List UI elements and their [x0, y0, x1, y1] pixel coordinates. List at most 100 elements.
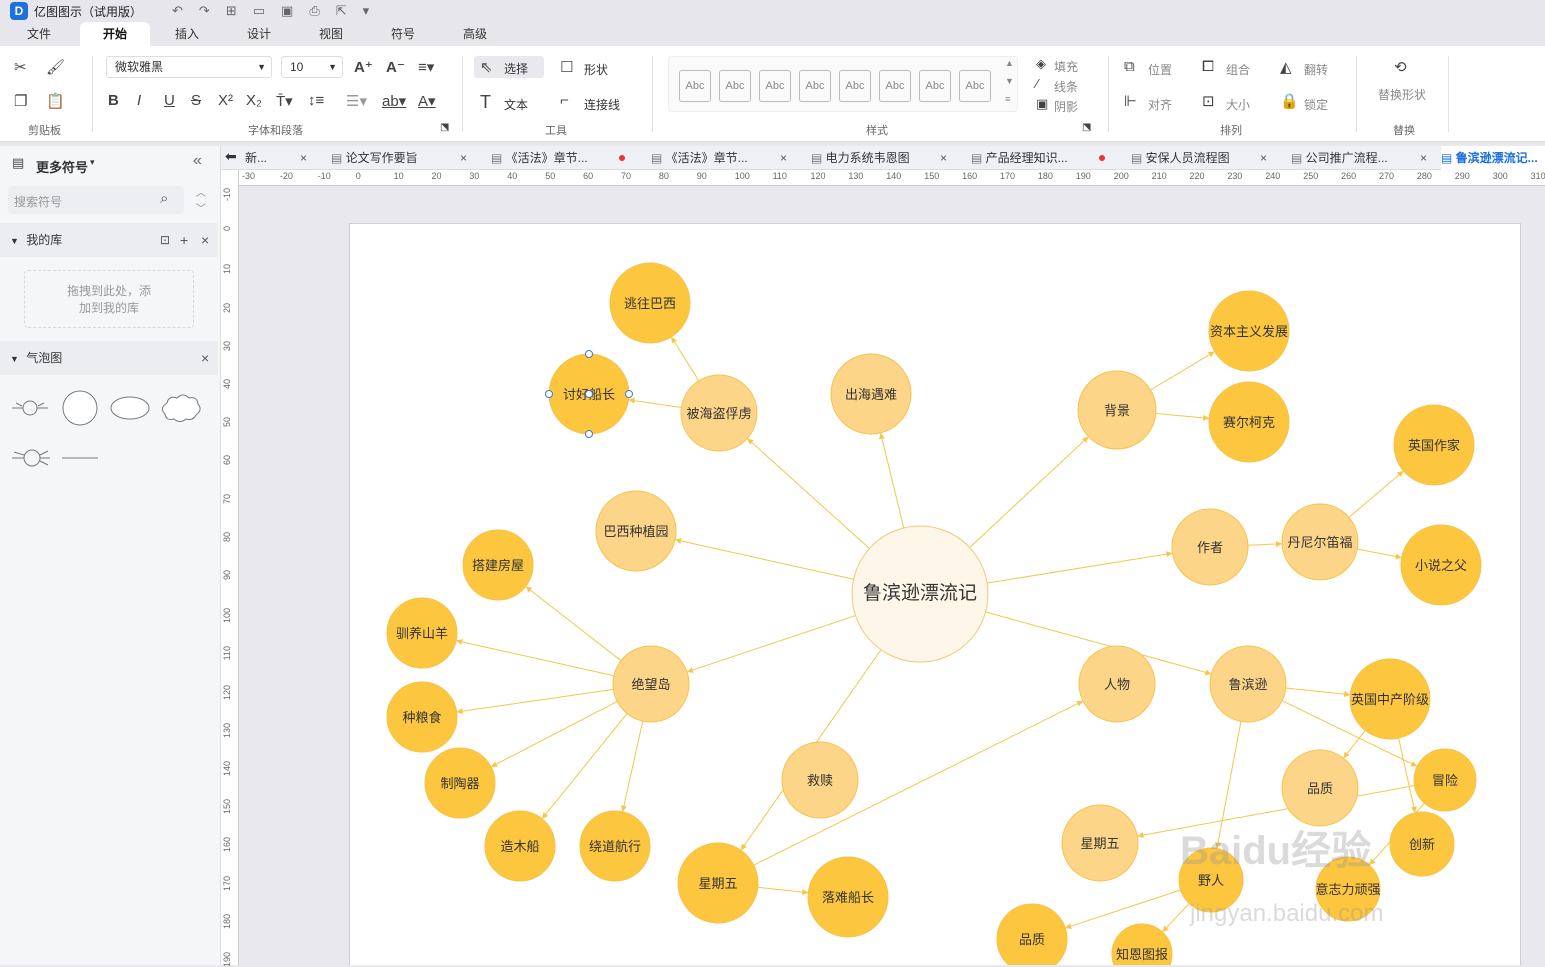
bubble-chart-header[interactable]: ▼ 气泡图 ×	[0, 341, 218, 375]
close-library-icon[interactable]: ×	[201, 223, 209, 257]
text-case-icon[interactable]: T̄▾	[276, 92, 293, 110]
circle-shape[interactable]	[62, 390, 98, 426]
connector-line[interactable]	[622, 720, 644, 812]
bubble-node[interactable]: 人物	[1078, 645, 1156, 723]
bubble-node[interactable]: 品质	[996, 903, 1068, 965]
menu-home[interactable]: 开始	[80, 22, 150, 46]
document-tab[interactable]: ▤ 安保人员流程图 ×	[1131, 146, 1271, 170]
connector-line[interactable]	[1155, 413, 1210, 419]
connector-line[interactable]	[674, 539, 854, 580]
export-library-icon[interactable]: ⊡	[160, 223, 170, 257]
text-tool-label[interactable]: 文本	[504, 96, 528, 113]
flip-icon[interactable]: ◭	[1280, 58, 1292, 76]
bubble-multi-connector-shape[interactable]	[12, 449, 50, 467]
bubble-node[interactable]: 知恩图报	[1111, 923, 1173, 965]
select-tool-button[interactable]: ⇖ 选择	[474, 56, 544, 78]
format-painter-icon[interactable]: 🖌	[46, 58, 65, 76]
scroll-down-icon[interactable]: ﹀	[196, 200, 206, 215]
close-tab-icon[interactable]: ×	[300, 146, 307, 170]
copy-icon[interactable]: ❐	[14, 92, 27, 110]
connector-line[interactable]	[628, 399, 682, 408]
highlight-icon[interactable]: ab▾	[382, 92, 406, 110]
bubble-node[interactable]: 绕道航行	[579, 810, 651, 882]
strikethrough-icon[interactable]: S	[191, 92, 201, 109]
bubble-node[interactable]: 制陶器	[424, 747, 496, 819]
bold-icon[interactable]: B	[108, 92, 119, 109]
replace-shape-icon[interactable]: ⟲	[1394, 58, 1407, 76]
style-thumb[interactable]: Abc	[759, 70, 791, 102]
open-file-icon[interactable]: ▭	[253, 3, 265, 19]
document-tab[interactable]: ▤ 《活法》章节...	[491, 146, 631, 170]
bubble-node[interactable]: 资本主义发展	[1208, 290, 1290, 372]
document-tab[interactable]: ▤ 公司推广流程... ×	[1291, 146, 1431, 170]
export-icon[interactable]: ⇱	[336, 3, 347, 19]
lock-icon[interactable]: 🔒	[1280, 92, 1299, 110]
my-library-header[interactable]: ▼ 我的库 ⊡ + ×	[0, 223, 218, 257]
align-label[interactable]: 对齐	[1148, 96, 1172, 113]
group-label[interactable]: 组合	[1226, 61, 1250, 78]
close-category-icon[interactable]: ×	[201, 341, 209, 375]
menu-insert[interactable]: 插入	[162, 22, 212, 46]
fill-label[interactable]: 填充	[1054, 58, 1078, 75]
subscript-icon[interactable]: X₂	[246, 92, 262, 109]
search-icon[interactable]: ⌕	[160, 190, 168, 207]
connector-tool-icon[interactable]: ⌐	[560, 92, 569, 109]
font-size-select[interactable]: 10 ▼	[281, 56, 343, 78]
bullet-list-icon[interactable]: ☰▾	[346, 92, 367, 110]
bubble-node[interactable]: 冒险	[1413, 748, 1477, 812]
close-tab-icon[interactable]: ×	[460, 146, 467, 170]
cloud-shape[interactable]	[161, 394, 201, 422]
connector-line[interactable]	[1357, 548, 1402, 559]
line-icon[interactable]: ∕	[1036, 76, 1038, 91]
style-thumb[interactable]: Abc	[919, 70, 951, 102]
group-icon[interactable]: ⧠	[1202, 58, 1214, 75]
selection-handle[interactable]	[625, 390, 633, 398]
ellipse-shape[interactable]	[110, 396, 150, 420]
size-label[interactable]: 大小	[1226, 96, 1250, 113]
menu-view[interactable]: 视图	[306, 22, 356, 46]
connector-tool-label[interactable]: 连接线	[584, 96, 620, 113]
selection-handle[interactable]	[585, 390, 593, 398]
connector-line[interactable]	[686, 615, 856, 673]
library-drop-zone[interactable]: 拖拽到此处，添加到我的库	[24, 270, 194, 328]
bubble-node[interactable]: 救赎	[781, 741, 859, 819]
position-icon[interactable]: ⧉	[1124, 58, 1135, 75]
bubble-node[interactable]: 鲁滨逊	[1209, 645, 1287, 723]
style-thumb[interactable]: Abc	[679, 70, 711, 102]
bubble-node[interactable]: 星期五	[1061, 804, 1139, 882]
menu-file[interactable]: 文件	[14, 22, 64, 46]
new-file-icon[interactable]: ⊞	[226, 3, 237, 19]
position-label[interactable]: 位置	[1148, 61, 1172, 78]
bubble-node[interactable]: 巴西种植园	[595, 490, 677, 572]
menu-symbols[interactable]: 符号	[378, 22, 428, 46]
add-library-icon[interactable]: +	[180, 223, 188, 257]
undo-icon[interactable]: ↶	[172, 3, 183, 19]
align-text-icon[interactable]: ≡▾	[418, 58, 434, 76]
font-family-select[interactable]: 微软雅黑 ▼	[106, 56, 272, 78]
font-color-icon[interactable]: A▾	[418, 92, 436, 110]
collapse-sidebar-icon[interactable]: «	[193, 152, 202, 170]
text-tool-icon[interactable]: T	[480, 92, 491, 113]
gallery-down-icon[interactable]: ▼	[1005, 76, 1014, 86]
document-tab-active[interactable]: ▤ 鲁滨逊漂流记...	[1441, 146, 1545, 170]
style-thumb[interactable]: Abc	[799, 70, 831, 102]
connector-line[interactable]	[456, 640, 615, 677]
more-symbols-dropdown-icon[interactable]: ▾	[90, 157, 95, 168]
gallery-up-icon[interactable]: ▲	[1005, 58, 1014, 68]
superscript-icon[interactable]: X²	[218, 92, 233, 109]
paste-icon[interactable]: 📋	[46, 92, 65, 110]
document-tab[interactable]: ▤ 电力系统韦恩图 ×	[811, 146, 951, 170]
menu-advanced[interactable]: 高级	[450, 22, 500, 46]
bubble-node[interactable]: 落难船长	[807, 856, 889, 938]
bubble-node[interactable]: 作者	[1171, 508, 1249, 586]
size-icon[interactable]: ⊡	[1202, 92, 1215, 110]
line-label[interactable]: 线条	[1054, 78, 1078, 95]
close-tab-icon[interactable]: ×	[780, 146, 787, 170]
save-icon[interactable]: ▣	[281, 3, 293, 19]
lock-label[interactable]: 锁定	[1304, 96, 1328, 113]
bubble-node[interactable]: 英国作家	[1393, 404, 1475, 486]
bubble-node[interactable]: 创新	[1389, 811, 1455, 877]
print-icon[interactable]: ⎙	[309, 3, 319, 19]
bubble-connector-shape[interactable]	[12, 400, 48, 416]
increase-font-icon[interactable]: A⁺	[354, 58, 373, 76]
